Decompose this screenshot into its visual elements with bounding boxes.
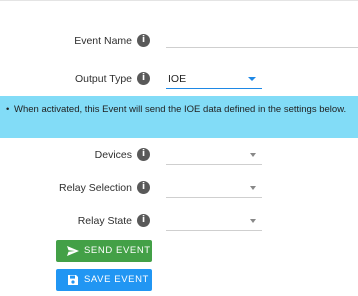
relay-state-select[interactable]	[166, 211, 262, 231]
send-icon	[67, 246, 79, 256]
info-icon[interactable]: i	[137, 181, 150, 194]
output-type-row: Output Type i IOE	[0, 69, 358, 93]
send-event-button[interactable]: SEND EVENT	[56, 240, 152, 262]
relay-state-label: Relay State	[77, 215, 132, 227]
event-name-row: Event Name i	[0, 31, 358, 55]
event-name-input[interactable]	[166, 31, 358, 48]
devices-label: Devices	[94, 149, 132, 161]
info-icon[interactable]: i	[137, 214, 150, 227]
output-type-select[interactable]: IOE	[166, 69, 262, 89]
send-event-label: SEND EVENT	[84, 245, 151, 256]
relay-selection-row: Relay Selection i	[0, 178, 358, 202]
info-icon[interactable]: i	[137, 148, 150, 161]
devices-select[interactable]	[166, 145, 262, 165]
event-form: Event Name i Output Type i IOE • When ac…	[0, 0, 358, 296]
chevron-down-icon	[248, 77, 256, 81]
event-name-label: Event Name	[74, 35, 132, 47]
save-event-label: SAVE EVENT	[84, 274, 149, 285]
output-type-value: IOE	[168, 73, 187, 85]
save-icon	[68, 275, 78, 285]
chevron-down-icon	[250, 153, 256, 157]
info-icon[interactable]: i	[137, 34, 150, 47]
info-notice: • When activated, this Event will send t…	[0, 96, 358, 138]
chevron-down-icon	[250, 186, 256, 190]
chevron-down-icon	[250, 219, 256, 223]
output-type-label: Output Type	[74, 73, 132, 85]
notice-bullet: •	[6, 104, 10, 115]
notice-text: When activated, this Event will send the…	[14, 104, 347, 115]
relay-state-row: Relay State i	[0, 211, 358, 235]
save-event-button[interactable]: SAVE EVENT	[56, 269, 152, 291]
relay-selection-label: Relay Selection	[59, 182, 132, 194]
devices-row: Devices i	[0, 145, 358, 169]
relay-selection-select[interactable]	[166, 178, 262, 198]
info-icon[interactable]: i	[137, 72, 150, 85]
